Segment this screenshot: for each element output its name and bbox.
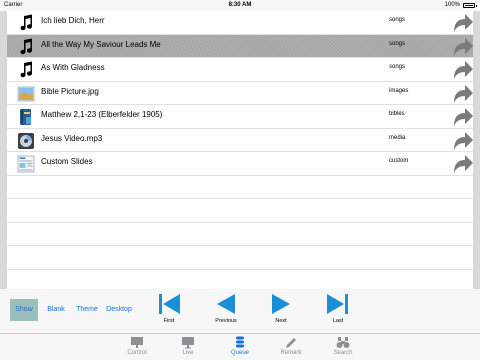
music-note-icon [20, 61, 33, 78]
queue-item-title: Bible Picture.jpg [41, 86, 99, 96]
first-icon [159, 294, 180, 314]
queue-item-type: songs [389, 40, 406, 47]
tab-remark[interactable]: Remark [271, 336, 311, 356]
tab-control-label: Control [127, 350, 147, 356]
desktop-button[interactable]: Desktop [104, 299, 134, 321]
previous-label: Previous [215, 318, 237, 324]
next-icon [272, 294, 290, 314]
queue-item[interactable]: Ich lieb Dich, Herr songs [7, 11, 473, 35]
queue-item-title: Custom Slides [41, 157, 93, 166]
tab-live[interactable]: Live [168, 336, 208, 356]
go-live-arrow-icon[interactable] [452, 36, 474, 58]
empty-row [7, 246, 473, 270]
theme-button[interactable]: Theme [73, 299, 101, 321]
empty-row [7, 223, 473, 246]
previous-button[interactable]: Previous [211, 291, 241, 331]
tab-queue[interactable]: Queue [220, 336, 260, 356]
first-label: First [163, 318, 175, 324]
queue-item-title: Matthew 2,1-23 (Elberfelder 1905) [41, 110, 163, 119]
queue-item-title: Ich lieb Dich, Herr [41, 16, 105, 25]
music-note-icon [20, 38, 33, 54]
queue-item-title: All the Way My Saviour Leads Me [41, 39, 161, 49]
queue-item[interactable]: Jesus Video.mp3 media [7, 129, 474, 152]
queue-item-title: Jesus Video.mp3 [41, 133, 103, 143]
status-bar: Carrier 8:30 AM 100% [0, 0, 480, 11]
tab-live-label: Live [182, 350, 194, 356]
battery-icon [463, 3, 477, 8]
blank-button[interactable]: Blank [42, 299, 70, 321]
empty-row [7, 199, 473, 223]
queue-item-type: bibles [389, 111, 405, 117]
tab-remark-label: Remark [280, 350, 302, 356]
queue-item[interactable]: All the Way My Saviour Leads Me songs [7, 34, 474, 58]
queue-item[interactable]: As With Gladness songs [7, 58, 473, 82]
custom-slide-icon [17, 155, 35, 173]
control-icon [131, 337, 143, 348]
empty-row [7, 176, 473, 199]
queue-icon [236, 336, 244, 348]
queue-item-title: As With Gladness [41, 63, 105, 72]
show-button[interactable]: Show [10, 299, 38, 321]
binoculars-icon [336, 337, 350, 348]
battery-percent: 100% [444, 2, 460, 8]
go-live-arrow-icon[interactable] [452, 59, 474, 81]
tab-control[interactable]: Control [117, 336, 157, 356]
queue-item[interactable]: Bible Picture.jpg images [7, 82, 474, 105]
tab-search-label: Search [333, 350, 353, 356]
queue-item[interactable]: Matthew 2,1-23 (Elberfelder 1905) bibles [7, 105, 473, 129]
tab-bar: Control Live Queue Remark Search [0, 333, 480, 360]
image-icon [17, 86, 35, 101]
bible-icon [20, 109, 31, 125]
queue-item-type: custom [389, 158, 409, 164]
go-live-arrow-icon[interactable] [452, 106, 474, 128]
status-time: 8:30 AM [228, 2, 252, 8]
queue-item[interactable]: Custom Slides custom [7, 152, 473, 176]
control-bar: Show Blank Theme Desktop First Previous … [0, 289, 480, 333]
queue-item-type: images [389, 87, 409, 94]
media-icon [18, 132, 34, 149]
go-live-arrow-icon[interactable] [452, 83, 474, 105]
go-live-arrow-icon[interactable] [452, 130, 474, 152]
queue-item-type: media [389, 134, 406, 141]
last-button[interactable]: Last [323, 291, 353, 331]
next-button[interactable]: Next [266, 291, 296, 331]
last-label: Last [332, 318, 344, 324]
go-live-arrow-icon[interactable] [452, 12, 474, 34]
live-icon [182, 337, 194, 349]
queue-item-type: songs [389, 17, 406, 23]
queue-item-type: songs [389, 64, 406, 70]
first-button[interactable]: First [154, 291, 184, 331]
next-label: Next [275, 318, 287, 324]
last-icon [327, 294, 348, 314]
music-note-icon [20, 14, 33, 31]
queue-list: Ich lieb Dich, Herr songs All the Way My… [7, 11, 473, 289]
previous-icon [217, 294, 235, 314]
pencil-icon [286, 338, 296, 348]
tab-search[interactable]: Search [323, 336, 363, 356]
tab-queue-label: Queue [230, 350, 249, 356]
go-live-arrow-icon[interactable] [452, 153, 474, 175]
